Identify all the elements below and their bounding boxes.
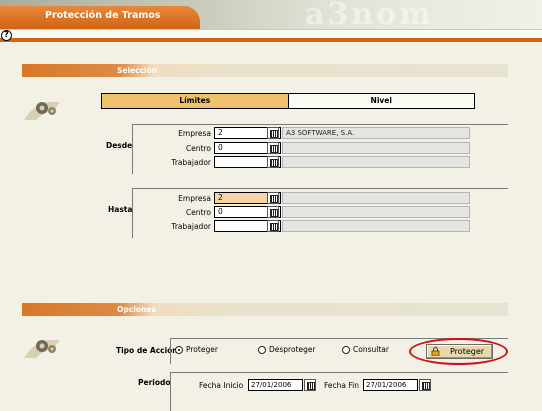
- desde-centro-label: Centro: [185, 144, 211, 153]
- title-bar: a3nom Protección de Tramos: [0, 0, 542, 29]
- desde-empresa-lookup-icon[interactable]: [267, 127, 279, 139]
- section-header-options: Opciones: [22, 303, 508, 316]
- section-title: Selección: [117, 66, 158, 75]
- desde-centro-lookup-icon[interactable]: [267, 142, 279, 154]
- fecha-inicio-label: Fecha Inicio: [199, 381, 244, 390]
- gears-icon: [24, 102, 60, 120]
- section-header-selection: Selección: [22, 64, 508, 77]
- proteger-button-label: Proteger: [450, 347, 485, 356]
- desde-label: Desde: [106, 141, 133, 150]
- periodo-label: Periodo: [138, 378, 171, 387]
- fecha-fin-label: Fecha Fin: [324, 381, 359, 390]
- hasta-centro-description: [282, 206, 470, 218]
- fecha-inicio-input[interactable]: 27/01/2006: [248, 379, 303, 391]
- desde-empresa-description: A3 SOFTWARE, S.A.: [282, 127, 470, 139]
- hasta-trabajador-description: [282, 220, 470, 232]
- radio-consultar[interactable]: [342, 346, 350, 354]
- fecha-fin-calendar-icon[interactable]: [419, 379, 431, 391]
- section-title: Opciones: [117, 305, 156, 314]
- lock-icon: [431, 347, 440, 356]
- hasta-trabajador-lookup-icon[interactable]: [267, 220, 279, 232]
- desde-empresa-label: Empresa: [178, 129, 211, 138]
- tab-nivel[interactable]: Nivel: [288, 94, 474, 108]
- fecha-inicio-calendar-icon[interactable]: [304, 379, 316, 391]
- periodo-group: [170, 372, 508, 411]
- desde-centro-description: [282, 142, 470, 154]
- tab-strip: Límites Nivel: [101, 93, 475, 109]
- radio-desproteger-label: Desproteger: [269, 345, 316, 354]
- window-title: Protección de Tramos: [45, 10, 161, 21]
- hasta-centro-label: Centro: [185, 208, 211, 217]
- radio-consultar-label: Consultar: [353, 345, 389, 354]
- hasta-empresa-label: Empresa: [178, 194, 211, 203]
- gears-icon: [24, 340, 60, 358]
- help-icon[interactable]: ?: [1, 30, 12, 41]
- watermark-logo: a3nom: [305, 0, 434, 29]
- toolbar: ?: [0, 29, 542, 42]
- hasta-trabajador-label: Trabajador: [171, 222, 211, 231]
- proteger-button[interactable]: Proteger: [426, 344, 493, 359]
- hasta-label: Hasta: [108, 205, 133, 214]
- desde-trabajador-description: [282, 156, 470, 168]
- desde-trabajador-label: Trabajador: [171, 158, 211, 167]
- radio-proteger[interactable]: [175, 346, 183, 354]
- hasta-centro-lookup-icon[interactable]: [267, 206, 279, 218]
- desde-trabajador-lookup-icon[interactable]: [267, 156, 279, 168]
- hasta-empresa-lookup-icon[interactable]: [267, 192, 279, 204]
- tipo-accion-label: Tipo de Acción: [116, 346, 178, 355]
- fecha-fin-input[interactable]: 27/01/2006: [363, 379, 418, 391]
- radio-desproteger[interactable]: [258, 346, 266, 354]
- tab-limites[interactable]: Límites: [102, 94, 289, 108]
- hasta-empresa-description: [282, 192, 470, 204]
- radio-proteger-label: Proteger: [186, 345, 218, 354]
